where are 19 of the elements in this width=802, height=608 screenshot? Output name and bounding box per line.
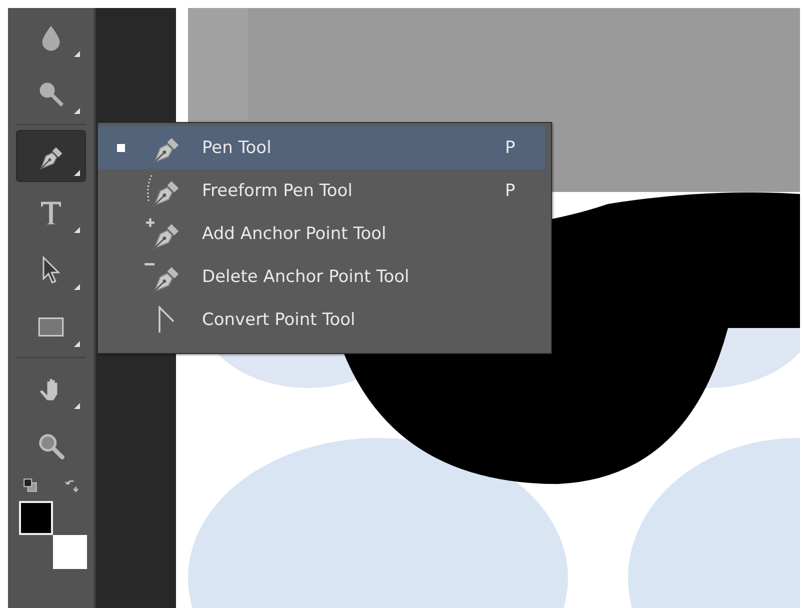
menu-item[interactable]: Freeform Pen Tool P (98, 169, 545, 212)
corner-triangle-icon (74, 340, 80, 346)
menu-item[interactable]: Add Anchor Point Tool (98, 212, 545, 255)
background-color-swatch[interactable] (53, 535, 87, 569)
corner-triangle-icon (74, 50, 80, 56)
corner-triangle-icon (74, 226, 80, 232)
default-colors-icon (23, 478, 38, 493)
corner-triangle-icon (74, 170, 80, 176)
corner-triangle-icon (74, 108, 80, 114)
corner-triangle-icon (74, 284, 80, 290)
corner-triangle-icon (74, 402, 80, 408)
swap-arrows-icon (64, 478, 79, 493)
current-tool-marker-icon (117, 144, 125, 152)
menu-item[interactable]: Convert Point Tool (98, 298, 545, 341)
menu-item[interactable]: Delete Anchor Point Tool (98, 255, 545, 298)
menu-item[interactable]: Pen Tool P (98, 126, 545, 169)
foreground-color-swatch[interactable] (19, 501, 53, 535)
angle-icon (158, 306, 175, 334)
tool-button[interactable] (16, 130, 86, 182)
